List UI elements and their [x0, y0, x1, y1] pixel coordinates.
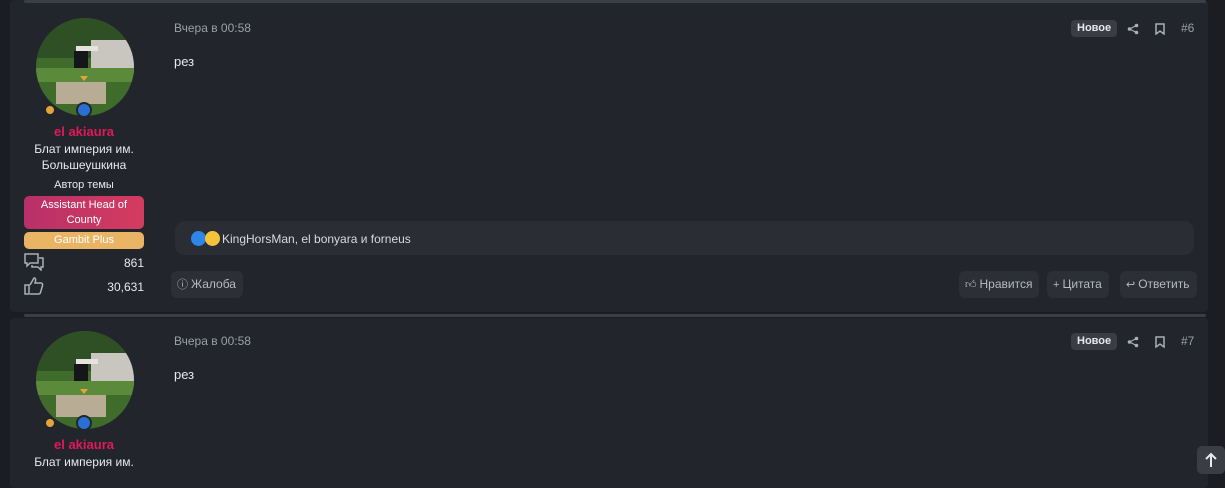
thumbs-up-icon	[24, 277, 44, 295]
user-title: Блат империя им. Большеушкина	[34, 142, 134, 172]
reactions-users[interactable]: KingHorsMan, el bonyara и forneus	[222, 232, 411, 246]
post-body: рез	[174, 367, 195, 382]
messages-icon	[24, 253, 44, 271]
reactions-bar[interactable]: KingHorsMan, el bonyara и forneus	[175, 221, 1194, 255]
post-number[interactable]: #7	[1181, 334, 1194, 348]
like-reaction-icon	[191, 231, 206, 246]
share-icon[interactable]	[1127, 23, 1139, 35]
thumbs-up-icon: 👍︎	[965, 279, 977, 291]
reactions-stat: 30,631	[24, 277, 144, 295]
user-title: Блат империя им.	[34, 455, 134, 469]
post-date[interactable]: Вчера в 00:58	[174, 334, 251, 348]
messages-stat: 861	[24, 253, 144, 271]
post-6: el akiaura Блат империя им. Большеушкина…	[10, 0, 1208, 312]
plus-icon: +	[1053, 279, 1060, 291]
shield-icon	[76, 415, 92, 431]
reply-button[interactable]: ↩ Ответить	[1120, 271, 1197, 298]
post-7: el akiaura Блат империя им. Вчера в 00:5…	[10, 314, 1208, 488]
shield-icon	[76, 102, 92, 118]
post-body: рез	[174, 54, 195, 69]
arrow-up-icon	[1205, 452, 1217, 467]
post-date[interactable]: Вчера в 00:58	[174, 21, 251, 35]
post-divider	[24, 314, 1206, 317]
reactions-count: 30,631	[107, 280, 144, 294]
badge-icon	[44, 104, 56, 116]
like-button[interactable]: 👍︎ Нравится	[959, 271, 1040, 298]
user-banner-secondary: Gambit Plus	[24, 232, 144, 249]
new-badge: Новое	[1071, 333, 1118, 350]
bookmark-icon[interactable]	[1155, 336, 1165, 348]
user-banner-primary: Assistant Head of County	[24, 196, 144, 229]
post-number[interactable]: #6	[1181, 21, 1194, 35]
messages-count: 861	[123, 256, 144, 270]
post-divider	[24, 0, 1206, 3]
info-icon: ⓘ	[177, 279, 188, 291]
scroll-to-top-button[interactable]	[1197, 446, 1225, 474]
share-icon[interactable]	[1127, 336, 1139, 348]
reply-icon: ↩	[1126, 279, 1136, 291]
love-reaction-icon	[205, 231, 220, 246]
username[interactable]: el akiaura	[10, 124, 158, 139]
username[interactable]: el akiaura	[10, 437, 158, 452]
new-badge: Новое	[1071, 20, 1118, 37]
bookmark-icon[interactable]	[1155, 23, 1165, 35]
report-button[interactable]: ⓘ Жалоба	[171, 271, 243, 298]
badge-icon	[44, 417, 56, 429]
thread-author-label: Автор темы	[54, 179, 114, 191]
quote-button[interactable]: + Цитата	[1047, 271, 1109, 298]
